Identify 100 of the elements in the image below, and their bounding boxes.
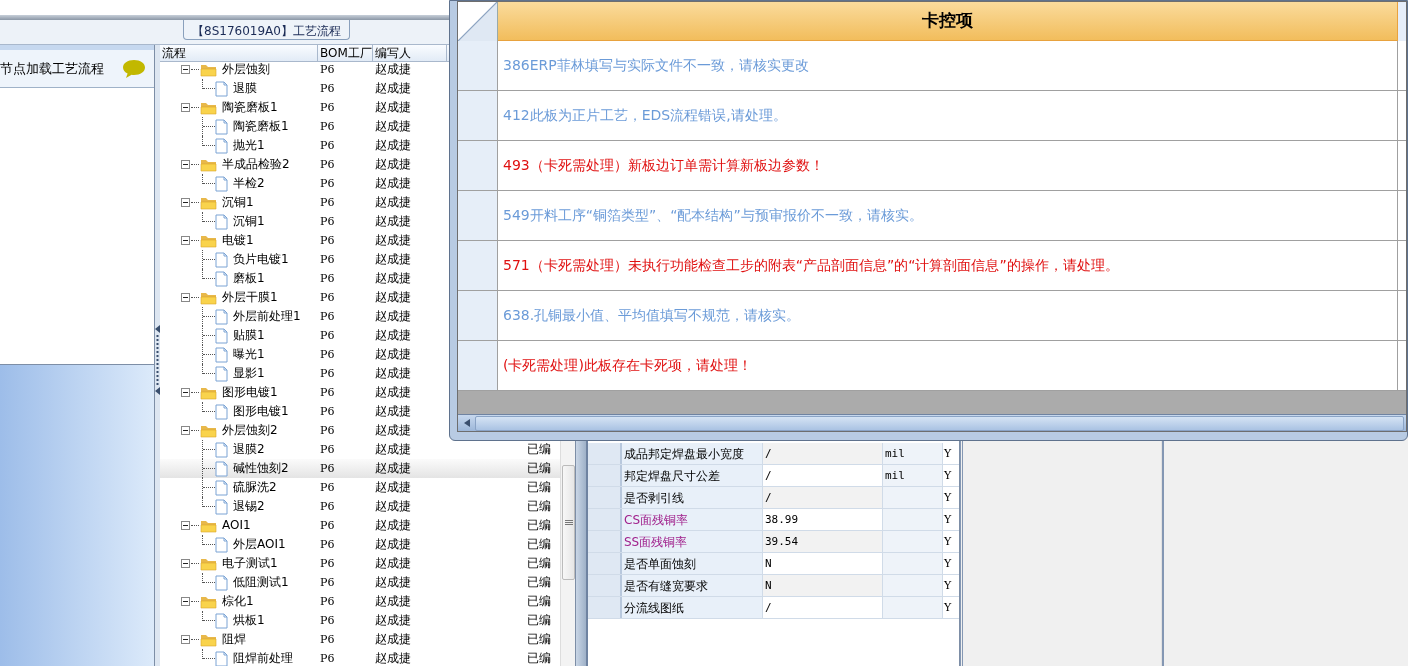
expander-icon[interactable] <box>181 65 190 74</box>
table-cell-text: 赵成捷 <box>374 327 412 344</box>
row-header[interactable] <box>458 191 498 240</box>
column-header[interactable]: BOM工厂 <box>318 45 373 61</box>
tree-row[interactable]: 退锡2 P6 赵成捷 已编 <box>160 497 560 516</box>
expander-icon[interactable] <box>181 160 190 169</box>
table-cell-text: P6 <box>319 309 336 325</box>
tree-row[interactable]: AOI1 P6 赵成捷 已编 <box>160 516 560 535</box>
tree-node-label: AOI1 <box>222 517 251 534</box>
document-icon <box>215 270 228 287</box>
collapse-arrow-icon[interactable] <box>155 387 160 395</box>
expander-icon[interactable] <box>181 293 190 302</box>
table-cell-text: P6 <box>319 461 336 477</box>
table-cell-text: 赵成捷 <box>374 555 412 572</box>
expander-icon[interactable] <box>181 597 190 606</box>
table-cell-text: 赵成捷 <box>374 346 412 363</box>
scrollbar-thumb[interactable] <box>562 465 575 580</box>
expander-icon[interactable] <box>181 521 190 530</box>
expander-icon[interactable] <box>181 388 190 397</box>
tree-row[interactable]: 外层AOI1 P6 赵成捷 已编 <box>160 535 560 554</box>
column-header[interactable]: 编写人 <box>373 45 447 61</box>
column-header[interactable]: 流程 <box>160 45 318 61</box>
row-header[interactable] <box>458 141 498 190</box>
table-cell-text: 已编 <box>526 460 552 477</box>
table-cell-text: 赵成捷 <box>374 175 412 192</box>
table-cell-text: P6 <box>319 81 336 97</box>
tree-row[interactable]: 电子测试1 P6 赵成捷 已编 <box>160 554 560 573</box>
table-cell-text: 赵成捷 <box>374 232 412 249</box>
expander-icon[interactable] <box>181 198 190 207</box>
collapse-arrow-icon[interactable] <box>155 325 160 333</box>
table-cell-text: Y <box>943 534 953 550</box>
tree-row[interactable]: 阻焊 P6 赵成捷 已编 <box>160 630 560 649</box>
tree-node-label: 电镀1 <box>222 232 254 249</box>
table-cell-text: 赵成捷 <box>374 441 412 458</box>
table-cell-text: 赵成捷 <box>374 99 412 116</box>
table-cell-text: 已编 <box>526 498 552 515</box>
tree-node-label: 沉铜1 <box>233 213 265 230</box>
expander-icon[interactable] <box>181 635 190 644</box>
table-cell-text: 已编 <box>526 631 552 648</box>
table-cell-text: 赵成捷 <box>374 251 412 268</box>
table-cell: mil <box>883 443 943 464</box>
select-all-corner[interactable] <box>458 2 498 41</box>
splitter-bar[interactable] <box>155 45 160 666</box>
table-cell-text: Y <box>943 556 953 572</box>
tree-row[interactable]: 棕化1 P6 赵成捷 已编 <box>160 592 560 611</box>
row-header[interactable] <box>458 241 498 290</box>
document-icon <box>215 441 228 458</box>
tree-node-label: 阻焊 <box>222 631 246 648</box>
table-cell-text: P6 <box>319 594 336 610</box>
document-icon <box>215 175 228 192</box>
tree-row[interactable]: 硫脲洗2 P6 赵成捷 已编 <box>160 478 560 497</box>
table-cell-text: 赵成捷 <box>374 80 412 97</box>
row-header[interactable] <box>458 291 498 340</box>
expander-icon[interactable] <box>181 236 190 245</box>
tree-node-label: 外层干膜1 <box>222 289 278 306</box>
expander-icon[interactable] <box>181 103 190 112</box>
table-cell-text: P6 <box>319 214 336 230</box>
table-cell-text: P6 <box>319 328 336 344</box>
row-header[interactable] <box>458 91 498 140</box>
document-tab[interactable]: 【8S176019A0】工艺流程 <box>183 20 350 40</box>
table-cell: 成品邦定焊盘最小宽度 <box>622 443 763 464</box>
table-cell: 分流线图纸 <box>622 597 763 618</box>
tree-row[interactable]: 外层蚀刻2 P6 赵成捷 <box>160 421 560 440</box>
tree-row[interactable]: 图形电镀1 P6 赵成捷 <box>160 402 560 421</box>
table-cell-text: 已编 <box>526 650 552 666</box>
tree-row[interactable]: 烘板1 P6 赵成捷 已编 <box>160 611 560 630</box>
folder-icon <box>200 518 217 533</box>
splitter-grip-icon[interactable] <box>156 335 159 385</box>
table-cell-text: P6 <box>319 252 336 268</box>
tree-node-label: 半成品检验2 <box>222 156 290 173</box>
table-cell-text: P6 <box>319 366 336 382</box>
table-cell: / <box>763 443 883 464</box>
row-header[interactable] <box>458 341 498 390</box>
tree-row[interactable]: 碱性蚀刻2 P6 赵成捷 已编 <box>160 459 560 478</box>
document-icon <box>215 403 228 420</box>
document-icon <box>215 213 228 230</box>
table-cell-text: P6 <box>319 347 336 363</box>
table-cell-text: 赵成捷 <box>374 517 412 534</box>
tree-row[interactable]: 阻焊前处理 P6 赵成捷 已编 <box>160 649 560 666</box>
table-cell-text: 赵成捷 <box>374 460 412 477</box>
speech-bubble-icon <box>122 58 146 79</box>
row-header[interactable] <box>458 41 498 90</box>
table-cell-text: P6 <box>319 138 336 154</box>
table-cell-text: Y <box>943 468 953 484</box>
table-cell-text: 赵成捷 <box>374 612 412 629</box>
table-cell-text: 已编 <box>526 479 552 496</box>
folder-icon <box>200 100 217 115</box>
tree-row[interactable]: 低阻测试1 P6 赵成捷 已编 <box>160 573 560 592</box>
tree-node-label: 碱性蚀刻2 <box>233 460 289 477</box>
document-icon <box>215 308 228 325</box>
document-icon <box>215 479 228 496</box>
table-cell-text: Y <box>943 490 953 506</box>
document-icon <box>215 80 228 97</box>
document-icon <box>215 460 228 477</box>
expander-icon[interactable] <box>181 559 190 568</box>
expander-icon[interactable] <box>181 426 190 435</box>
tree-node-label: 硫脲洗2 <box>233 479 277 496</box>
table-cell-text: 赵成捷 <box>374 270 412 287</box>
table-cell-text: P6 <box>319 100 336 116</box>
table-cell: 638.孔铜最小值、平均值填写不规范，请核实。 <box>498 291 1398 340</box>
